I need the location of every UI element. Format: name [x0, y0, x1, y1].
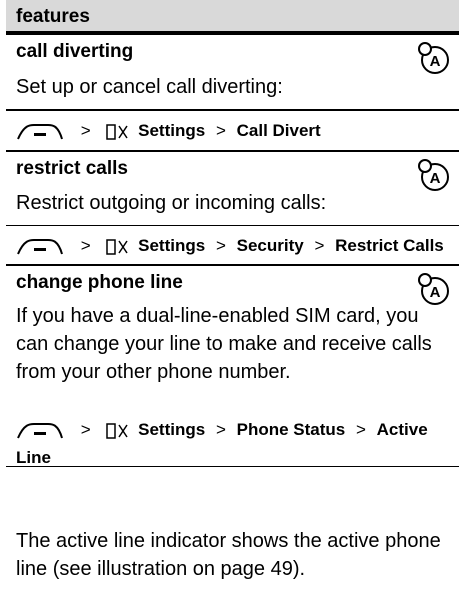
menu-path: > Settings > Security > Restrict Calls: [16, 232, 456, 260]
features-header: features: [6, 0, 459, 33]
menu-key-icon: [17, 238, 63, 254]
manual-page: features call diverting A Set up or canc…: [0, 0, 461, 609]
section-description: If you have a dual-line-enabled SIM card…: [16, 305, 432, 383]
network-service-icon: A: [418, 159, 449, 191]
section-call-diverting-header: call diverting A: [6, 33, 459, 74]
path-item: Settings: [138, 236, 206, 255]
settings-icon: [106, 123, 129, 140]
path-item: Call Divert: [236, 121, 321, 140]
path-item: Settings: [138, 121, 206, 140]
section-title: call diverting: [16, 41, 134, 62]
path-item: Security: [236, 236, 304, 255]
path-item: Restrict Calls: [335, 236, 444, 255]
menu-key-icon: [17, 123, 63, 139]
path-item: Settings: [138, 420, 206, 439]
section-title: change phone line: [16, 272, 183, 293]
section-title: restrict calls: [16, 158, 128, 179]
settings-icon: [106, 422, 129, 439]
path-item: Phone Status: [236, 420, 346, 439]
section-change-phone-line-header: change phone line A: [6, 264, 459, 305]
menu-key-icon: [17, 422, 63, 438]
menu-path: > Settings > Phone Status > Active Line: [16, 420, 428, 467]
section-description: Restrict outgoing or incoming calls:: [16, 192, 327, 214]
network-service-icon: A: [418, 42, 449, 74]
svg-text:A: A: [430, 170, 441, 187]
header-title: features: [16, 6, 90, 27]
menu-path: > Settings > Call Divert: [16, 117, 456, 145]
section-description: Set up or cancel call diverting:: [16, 76, 283, 98]
section-restrict-calls-header: restrict calls A: [6, 150, 459, 191]
svg-text:A: A: [430, 284, 441, 301]
settings-icon: [106, 238, 129, 255]
network-service-icon: A: [418, 273, 449, 305]
svg-text:A: A: [430, 53, 441, 70]
section-note: The active line indicator shows the acti…: [16, 530, 441, 580]
